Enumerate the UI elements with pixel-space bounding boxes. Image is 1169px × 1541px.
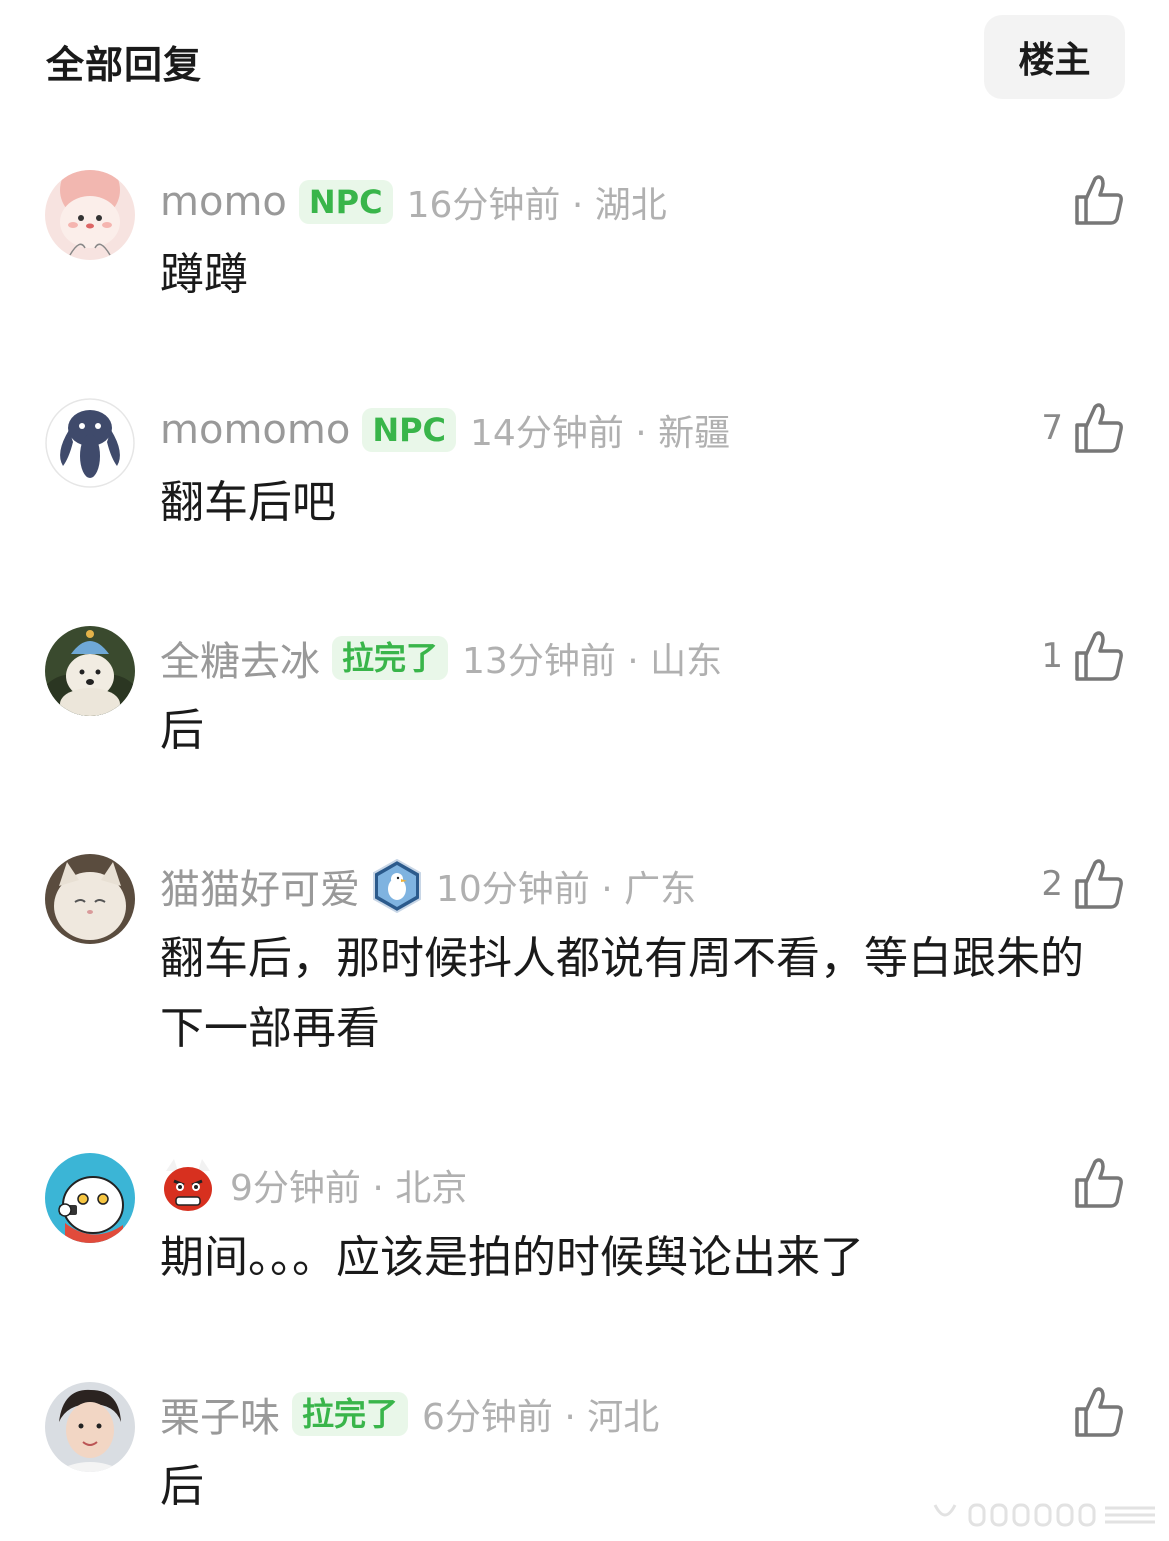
time-location: 14分钟前 · 新疆	[470, 413, 731, 454]
op-only-filter-button[interactable]: 楼主	[984, 15, 1125, 99]
comment-meta: momo NPC 16分钟前 · 湖北	[160, 174, 667, 230]
username[interactable]: 猫猫好可爱	[160, 857, 360, 915]
user-badge: 拉完了	[292, 1392, 409, 1436]
time-location: 6分钟前 · 河北	[422, 1397, 660, 1438]
avatar[interactable]	[45, 1153, 135, 1243]
user-badge: 拉完了	[332, 636, 449, 680]
username[interactable]: momo	[160, 179, 287, 225]
comment-meta: momomo NPC 14分钟前 · 新疆	[160, 402, 730, 458]
cartoon-girl-avatar-icon	[45, 170, 135, 260]
like-count: 7	[1041, 408, 1063, 448]
like-count: 2	[1041, 864, 1063, 904]
replies-header: 全部回复 楼主	[0, 0, 1169, 110]
like-button[interactable]: 2	[1041, 854, 1125, 914]
avatar[interactable]	[45, 398, 135, 488]
comment-meta: 栗子味 拉完了 6分钟前 · 河北	[160, 1386, 659, 1442]
username[interactable]: momomo	[160, 407, 350, 453]
thumbs-up-icon	[1075, 1387, 1123, 1437]
comment-text: 翻车后吧	[160, 477, 336, 528]
person-photo-avatar-icon	[45, 1382, 135, 1472]
cartoon-cat-gun-avatar-icon	[45, 1153, 135, 1243]
time-location: 16分钟前 · 湖北	[406, 185, 667, 226]
comment-meta: 全糖去冰 拉完了 13分钟前 · 山东	[160, 630, 722, 686]
like-button[interactable]: 1	[1041, 626, 1125, 686]
comment-meta: 9分钟前 · 北京	[160, 1157, 467, 1213]
like-button[interactable]	[1063, 1153, 1125, 1213]
comment-text: 翻车后，那时候抖人都说有周不看，等白跟朱的下一部再看	[160, 933, 1084, 1054]
comment-meta: 猫猫好可爱 10分钟前 · 广东	[160, 858, 696, 914]
thumbs-up-icon	[1075, 175, 1123, 225]
time-location: 9分钟前 · 北京	[230, 1168, 468, 1209]
username[interactable]: 全糖去冰	[160, 629, 320, 687]
like-button[interactable]	[1063, 1382, 1125, 1442]
watermark-decoration	[933, 1503, 1155, 1527]
red-oni-mask-icon[interactable]	[160, 1157, 216, 1213]
like-button[interactable]: 7	[1041, 398, 1125, 458]
avatar[interactable]	[45, 854, 135, 944]
user-badge: NPC	[362, 408, 457, 452]
avatar[interactable]	[45, 626, 135, 716]
plush-dog-avatar-icon	[45, 626, 135, 716]
avatar[interactable]	[45, 170, 135, 260]
comment-text: 期间。。。应该是拍的时候舆论出来了	[160, 1232, 864, 1283]
all-replies-title: 全部回复	[46, 43, 203, 87]
thumbs-up-icon	[1075, 1158, 1123, 1208]
thumbs-up-icon	[1075, 403, 1123, 453]
username[interactable]: 栗子味	[160, 1385, 280, 1443]
white-cat-avatar-icon	[45, 854, 135, 944]
avatar[interactable]	[45, 1382, 135, 1472]
seagull-badge-icon	[372, 859, 422, 913]
comment-text: 后	[160, 705, 204, 756]
comment-text: 蹲蹲	[160, 249, 248, 300]
user-badge: NPC	[298, 180, 393, 224]
like-count: 1	[1041, 636, 1063, 676]
like-button[interactable]	[1063, 170, 1125, 230]
time-location: 10分钟前 · 广东	[436, 869, 697, 910]
thumbs-up-icon	[1075, 631, 1123, 681]
time-location: 13分钟前 · 山东	[462, 641, 723, 682]
blue-creature-avatar-icon	[45, 398, 135, 488]
thumbs-up-icon	[1075, 859, 1123, 909]
